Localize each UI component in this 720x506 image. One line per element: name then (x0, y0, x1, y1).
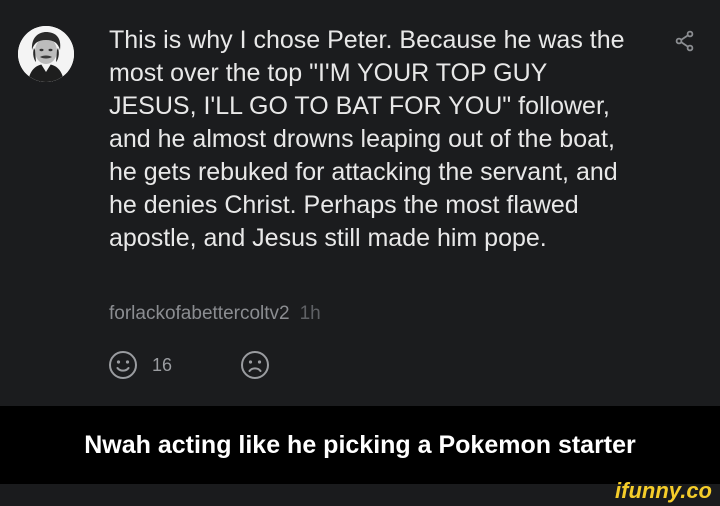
username[interactable]: forlackofabettercoltv2 (109, 303, 290, 324)
timestamp: 1h (299, 303, 321, 324)
footer (0, 484, 720, 506)
dislike-button[interactable] (240, 350, 270, 380)
comment-text: This is why I chose Peter. Because he wa… (109, 26, 625, 252)
smile-face-icon (109, 351, 137, 379)
comment-card: This is why I chose Peter. Because he wa… (0, 0, 720, 406)
comment-meta: forlackofabettercoltv2 1h (109, 303, 321, 325)
avatar-photo (18, 26, 74, 82)
share-button[interactable] (674, 30, 696, 52)
like-button[interactable]: 16 (108, 350, 172, 380)
avatar[interactable] (18, 26, 74, 82)
share-icon (675, 30, 694, 52)
frown-face-icon (241, 351, 269, 379)
caption-bar: Nwah acting like he picking a Pokemon st… (0, 406, 720, 484)
like-count: 16 (152, 354, 173, 375)
ifunny-watermark: ifunny.co (615, 478, 712, 503)
caption-text: Nwah acting like he picking a Pokemon st… (84, 430, 636, 459)
